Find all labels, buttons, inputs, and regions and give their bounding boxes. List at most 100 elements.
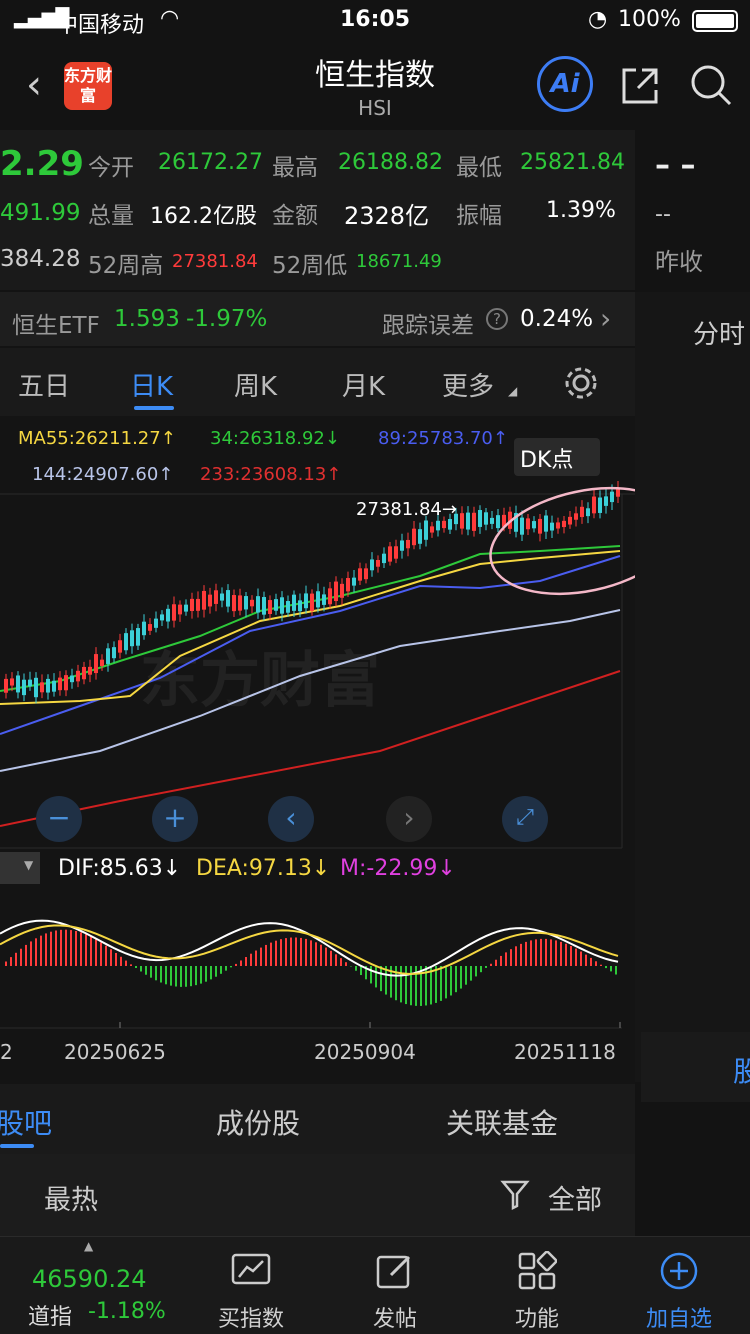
- amount-value: 2328亿: [344, 202, 430, 230]
- gear-icon[interactable]: [562, 364, 600, 402]
- macd-bar: [100, 942, 102, 966]
- macd-bar: [170, 966, 172, 986]
- macd-bar: [450, 966, 452, 996]
- macd-bar: [490, 963, 492, 966]
- macd-bar: [495, 959, 497, 966]
- wifi-icon: ◠: [160, 6, 180, 31]
- macd-bar: [200, 966, 202, 984]
- zoom-in-button[interactable]: +: [152, 796, 198, 842]
- macd-bar: [220, 966, 222, 974]
- indicator-select[interactable]: ▼: [0, 852, 40, 884]
- volume-label: 总量: [88, 203, 134, 229]
- help-icon[interactable]: ?: [486, 308, 508, 330]
- macd-bar: [590, 957, 592, 966]
- macd-bar: [605, 966, 607, 969]
- pan-right-button[interactable]: ›: [386, 796, 432, 842]
- macd-bar: [185, 966, 187, 987]
- share-icon[interactable]: [618, 64, 662, 108]
- macd-bar: [600, 964, 602, 966]
- macd-bar: [80, 932, 82, 966]
- macd-bar: [110, 949, 112, 966]
- clock: 16:05: [340, 7, 411, 32]
- macd-bar: [375, 966, 377, 988]
- fullscreen-button[interactable]: ⤢: [502, 796, 548, 842]
- macd-bar: [245, 957, 247, 966]
- macd-bar: [410, 966, 412, 1006]
- search-icon[interactable]: [688, 62, 734, 108]
- macd-bar: [125, 960, 127, 966]
- macd-bar: [45, 933, 47, 966]
- quote-panel: 2.29 491.99 384.28 今开 26172.27 最高 26188.…: [0, 130, 635, 290]
- macd-bar: [30, 941, 32, 966]
- macd-bar: [570, 945, 572, 966]
- peak-label: 27381.84→: [356, 499, 457, 520]
- add-watchlist-button[interactable]: 加自选: [624, 1251, 734, 1333]
- macd-bar: [345, 962, 347, 966]
- macd-bar: [615, 966, 617, 975]
- macd-bar: [90, 936, 92, 966]
- prev-close-dash: – –: [655, 148, 696, 183]
- macd-bar: [180, 966, 182, 987]
- tab-forum[interactable]: 股吧: [0, 1102, 52, 1142]
- tab-5day[interactable]: 五日: [18, 366, 70, 403]
- macd-bar: [85, 934, 87, 966]
- macd-bar: [335, 954, 337, 966]
- status-bar: ▂▄▆█ 中国移动 ◠ 16:05 ◔ 100%: [0, 0, 750, 42]
- macd-bar: [440, 966, 442, 1001]
- date-label-2: 20250904: [314, 1040, 416, 1064]
- ai-button[interactable]: Ai: [537, 56, 593, 112]
- macd-bar: [260, 947, 262, 966]
- macd-bar: [230, 966, 232, 968]
- pan-left-button[interactable]: ‹: [268, 796, 314, 842]
- dropdown-icon: ▼: [24, 858, 34, 872]
- macd-bar: [70, 930, 72, 966]
- triangle-icon: ◢: [508, 384, 518, 398]
- rotation-lock-icon: ◔: [588, 7, 608, 32]
- tab-related-funds[interactable]: 关联基金: [446, 1102, 558, 1142]
- ticker-value[interactable]: 46590.24: [32, 1265, 147, 1293]
- macd-bar: [280, 939, 282, 966]
- prev-close-value: --: [655, 202, 671, 227]
- tracking-error-label: 跟踪误差: [382, 313, 474, 339]
- macd-bar: [165, 966, 167, 985]
- filter-all[interactable]: 全部: [548, 1178, 602, 1217]
- prev-close-panel: – – -- 昨收: [635, 130, 750, 290]
- macd-bar: [120, 956, 122, 966]
- amplitude-label: 振幅: [456, 203, 502, 229]
- functions-button[interactable]: 功能: [482, 1250, 592, 1333]
- macd-bar: [250, 953, 252, 966]
- add-watchlist-label: 加自选: [645, 1307, 712, 1332]
- ticker-name: 道指: [28, 1305, 73, 1330]
- macd-bar: [405, 966, 407, 1005]
- tab-constituents[interactable]: 成份股: [216, 1102, 300, 1142]
- macd-bar: [215, 966, 217, 977]
- etf-row[interactable]: 恒生ETF 1.593 -1.97% 跟踪误差 ? 0.24% ›: [0, 292, 635, 346]
- side-tab[interactable]: 股: [733, 1050, 750, 1090]
- macd-bar: [320, 944, 322, 966]
- zoom-out-button[interactable]: −: [36, 796, 82, 842]
- filter-icon[interactable]: [500, 1178, 530, 1212]
- macd-bar: [145, 966, 147, 975]
- tab-more[interactable]: 更多: [442, 366, 494, 403]
- sort-hot[interactable]: 最热: [44, 1178, 98, 1217]
- tab-daily-k[interactable]: 日K: [130, 366, 173, 403]
- post-button[interactable]: 发帖: [340, 1251, 450, 1333]
- buy-index-button[interactable]: 买指数: [196, 1251, 306, 1333]
- macd-bar: [160, 966, 162, 983]
- macd-bar: [130, 964, 132, 966]
- macd-bar: [515, 946, 517, 966]
- macd-m: M:-22.99↓: [340, 856, 456, 881]
- macd-bar: [55, 930, 57, 966]
- kline-chart[interactable]: MA55:26211.27↑ 34:26318.92↓ 89:25783.70↑…: [0, 416, 635, 1084]
- macd-bar: [140, 966, 142, 972]
- price-change: 491.99: [0, 200, 81, 226]
- post-label: 发帖: [372, 1307, 417, 1332]
- macd-bar: [175, 966, 177, 987]
- macd-bar: [275, 940, 277, 966]
- tab-monthly-k[interactable]: 月K: [342, 366, 385, 403]
- wk52-low-value: 18671.49: [356, 251, 442, 272]
- macd-bar: [35, 938, 37, 966]
- chart-trend-icon: [231, 1253, 271, 1285]
- tab-intraday[interactable]: 分时: [693, 314, 745, 351]
- tab-weekly-k[interactable]: 周K: [234, 366, 277, 403]
